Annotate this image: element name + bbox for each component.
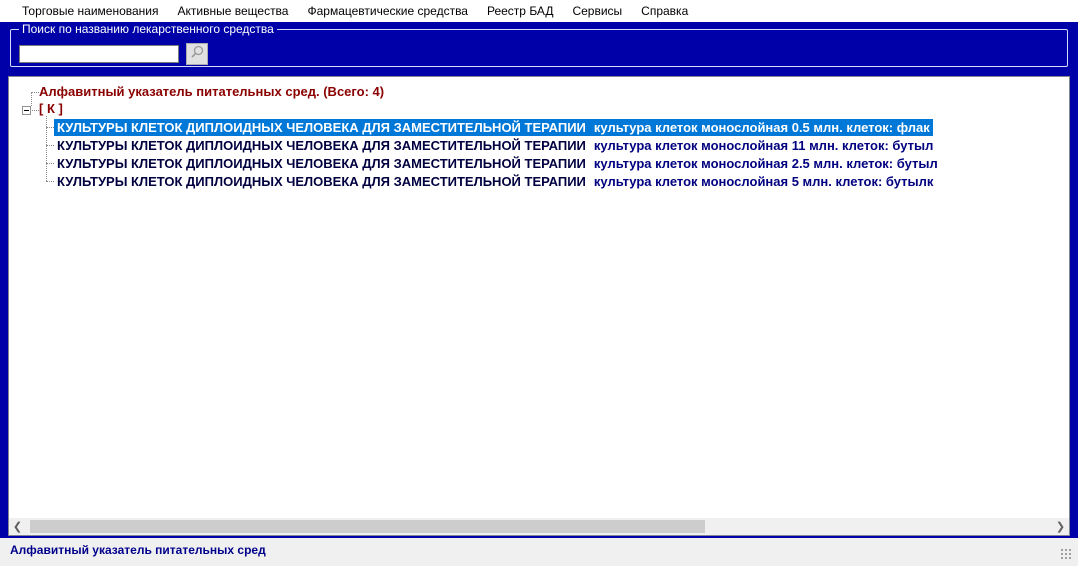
tree-connector	[46, 116, 47, 181]
menu-bar: Торговые наименования Активные вещества …	[0, 0, 1078, 22]
scroll-right-icon[interactable]: ❯	[1052, 518, 1069, 535]
menu-services[interactable]: Сервисы	[562, 1, 631, 21]
tree-root-node[interactable]: Алфавитный указатель питательных сред. (…	[39, 84, 384, 99]
status-text: Алфавитный указатель питательных сред	[10, 543, 266, 557]
menu-help[interactable]: Справка	[631, 1, 697, 21]
tree-item-desc: культура клеток монослойная 2.5 млн. кле…	[593, 156, 938, 171]
search-icon	[190, 45, 204, 64]
tree-item-desc: культура клеток монослойная 11 млн. клет…	[593, 138, 934, 153]
tree-connector	[31, 92, 32, 106]
scroll-thumb[interactable]	[30, 520, 705, 533]
status-bar: Алфавитный указатель питательных сред	[0, 538, 1078, 566]
tree-connector	[46, 163, 54, 164]
tree-connector	[46, 127, 54, 128]
tree-item-name: КУЛЬТУРЫ КЛЕТОК ДИПЛОИДНЫХ ЧЕЛОВЕКА ДЛЯ …	[57, 156, 586, 171]
search-input[interactable]	[19, 45, 179, 63]
tree-item[interactable]: КУЛЬТУРЫ КЛЕТОК ДИПЛОИДНЫХ ЧЕЛОВЕКА ДЛЯ …	[54, 137, 936, 154]
tree-group-node[interactable]: [ К ]	[39, 101, 63, 116]
tree-connector	[31, 92, 39, 93]
menu-trade-names[interactable]: Торговые наименования	[0, 1, 168, 21]
scroll-left-icon[interactable]: ❮	[9, 518, 26, 535]
tree-connector	[32, 110, 39, 111]
tree-panel: Алфавитный указатель питательных сред. (…	[0, 72, 1078, 538]
tree-connector	[46, 181, 54, 182]
tree-view[interactable]: Алфавитный указатель питательных сред. (…	[8, 76, 1070, 536]
horizontal-scrollbar[interactable]: ❮ ❯	[9, 518, 1069, 535]
search-button[interactable]	[186, 43, 208, 65]
search-panel: Поиск по названию лекарственного средств…	[0, 22, 1078, 72]
search-groupbox: Поиск по названию лекарственного средств…	[10, 22, 1068, 67]
tree-content: Алфавитный указатель питательных сред. (…	[9, 77, 1069, 517]
tree-item[interactable]: КУЛЬТУРЫ КЛЕТОК ДИПЛОИДНЫХ ЧЕЛОВЕКА ДЛЯ …	[54, 173, 936, 190]
menu-active-substances[interactable]: Активные вещества	[168, 1, 298, 21]
tree-item-desc: культура клеток монослойная 5 млн. клето…	[593, 174, 934, 189]
tree-item-name: КУЛЬТУРЫ КЛЕТОК ДИПЛОИДНЫХ ЧЕЛОВЕКА ДЛЯ …	[57, 174, 586, 189]
tree-item-name: КУЛЬТУРЫ КЛЕТОК ДИПЛОИДНЫХ ЧЕЛОВЕКА ДЛЯ …	[57, 138, 586, 153]
resize-grip-icon[interactable]	[1060, 548, 1072, 560]
search-legend: Поиск по названию лекарственного средств…	[19, 22, 277, 36]
tree-item[interactable]: КУЛЬТУРЫ КЛЕТОК ДИПЛОИДНЫХ ЧЕЛОВЕКА ДЛЯ …	[54, 119, 933, 136]
tree-item-name: КУЛЬТУРЫ КЛЕТОК ДИПЛОИДНЫХ ЧЕЛОВЕКА ДЛЯ …	[57, 120, 586, 135]
collapse-icon[interactable]	[22, 106, 31, 115]
tree-item[interactable]: КУЛЬТУРЫ КЛЕТОК ДИПЛОИДНЫХ ЧЕЛОВЕКА ДЛЯ …	[54, 155, 941, 172]
tree-connector	[46, 145, 54, 146]
tree-item-desc: культура клеток монослойная 0.5 млн. кле…	[593, 120, 930, 135]
menu-supplements-registry[interactable]: Реестр БАД	[477, 1, 562, 21]
menu-pharmaceuticals[interactable]: Фармацевтические средства	[297, 1, 477, 21]
